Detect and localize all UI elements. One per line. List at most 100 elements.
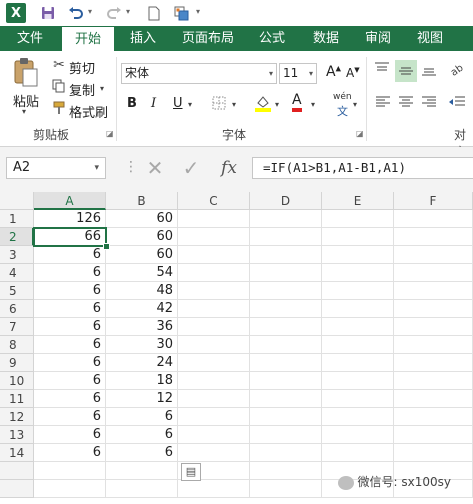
row-header-10[interactable]: 10: [0, 372, 34, 390]
cell-e4[interactable]: [322, 264, 394, 282]
cell-f5[interactable]: [394, 282, 473, 300]
cell-a10[interactable]: 6: [34, 372, 106, 390]
cell-f9[interactable]: [394, 354, 473, 372]
cell-b4[interactable]: 54: [106, 264, 178, 282]
cell-d9[interactable]: [250, 354, 322, 372]
insert-function-button[interactable]: fx: [214, 157, 244, 179]
column-header-a[interactable]: A: [34, 192, 106, 210]
cell-c13[interactable]: [178, 426, 250, 444]
cell-e9[interactable]: [322, 354, 394, 372]
cell-b2[interactable]: 60: [106, 228, 178, 246]
paste-options-icon[interactable]: ▤: [181, 463, 201, 481]
column-header-f[interactable]: F: [394, 192, 473, 210]
cell-c14[interactable]: [178, 444, 250, 462]
row-header-4[interactable]: 4: [0, 264, 34, 282]
row-header-1[interactable]: 1: [0, 210, 34, 228]
row-header-14[interactable]: 14: [0, 444, 34, 462]
cell-b15[interactable]: [106, 462, 178, 480]
align-top-icon[interactable]: [372, 61, 392, 81]
cell-f3[interactable]: [394, 246, 473, 264]
paste-dropdown-icon[interactable]: ▾: [22, 107, 26, 116]
paste-icon[interactable]: [12, 57, 40, 87]
bold-button[interactable]: B: [127, 96, 137, 111]
undo-icon[interactable]: [66, 3, 86, 23]
phonetic-guide-button[interactable]: wén: [333, 92, 352, 102]
cell-e11[interactable]: [322, 390, 394, 408]
enter-icon[interactable]: ✓: [176, 157, 206, 179]
redo-icon[interactable]: [104, 3, 124, 23]
borders-icon[interactable]: [212, 96, 226, 114]
cell-b5[interactable]: 48: [106, 282, 178, 300]
align-left-icon[interactable]: [374, 95, 392, 113]
cut-button[interactable]: 剪切: [69, 58, 95, 77]
tab-formulas[interactable]: 公式: [248, 26, 296, 51]
cell-e6[interactable]: [322, 300, 394, 318]
borders-dropdown-icon[interactable]: ▾: [232, 100, 236, 109]
italic-button[interactable]: I: [151, 96, 156, 111]
cell-c11[interactable]: [178, 390, 250, 408]
row-header-2[interactable]: 2: [0, 228, 34, 246]
font-color-button[interactable]: A: [292, 93, 302, 112]
copy-dropdown-icon[interactable]: ▾: [100, 84, 104, 93]
cell-b11[interactable]: 12: [106, 390, 178, 408]
cell-a4[interactable]: 6: [34, 264, 106, 282]
cell-b10[interactable]: 18: [106, 372, 178, 390]
cell-d16[interactable]: [250, 480, 322, 498]
fill-color-icon[interactable]: [254, 94, 272, 116]
orientation-icon[interactable]: ab: [448, 61, 468, 81]
quick-access-menu-icon[interactable]: ▾: [196, 7, 200, 16]
row-header-13[interactable]: 13: [0, 426, 34, 444]
undo-dropdown-icon[interactable]: ▾: [88, 7, 92, 16]
cell-e14[interactable]: [322, 444, 394, 462]
cell-a13[interactable]: 6: [34, 426, 106, 444]
column-header-e[interactable]: E: [322, 192, 394, 210]
new-document-icon[interactable]: [144, 3, 164, 23]
cell-e3[interactable]: [322, 246, 394, 264]
cell-f11[interactable]: [394, 390, 473, 408]
fill-color-dropdown-icon[interactable]: ▾: [275, 100, 279, 109]
row-header-9[interactable]: 9: [0, 354, 34, 372]
cell-f7[interactable]: [394, 318, 473, 336]
copy-icon[interactable]: [51, 79, 67, 97]
row-header-3[interactable]: 3: [0, 246, 34, 264]
scissors-icon[interactable]: ✂: [51, 57, 67, 73]
tab-review[interactable]: 审阅: [354, 26, 402, 51]
cell-b7[interactable]: 36: [106, 318, 178, 336]
shrink-font-button[interactable]: A▼: [346, 66, 360, 80]
font-color-dropdown-icon[interactable]: ▾: [311, 100, 315, 109]
cell-b14[interactable]: 6: [106, 444, 178, 462]
cell-a3[interactable]: 6: [34, 246, 106, 264]
cell-d1[interactable]: [250, 210, 322, 228]
cell-d14[interactable]: [250, 444, 322, 462]
align-bottom-icon[interactable]: [419, 61, 439, 81]
row-header-6[interactable]: 6: [0, 300, 34, 318]
cell-e8[interactable]: [322, 336, 394, 354]
cell-e10[interactable]: [322, 372, 394, 390]
cell-e2[interactable]: [322, 228, 394, 246]
select-all-corner[interactable]: [0, 192, 34, 210]
row-header-8[interactable]: 8: [0, 336, 34, 354]
cell-d3[interactable]: [250, 246, 322, 264]
cell-a15[interactable]: [34, 462, 106, 480]
cell-c1[interactable]: [178, 210, 250, 228]
row-header-12[interactable]: 12: [0, 408, 34, 426]
worksheet-grid[interactable]: ABCDEF 1 2 3 4 5 6 7 8 9 10 11 12 13 14 126 60 66 60 6 60 6…: [0, 192, 473, 504]
align-right-icon[interactable]: [420, 95, 438, 113]
cell-a14[interactable]: 6: [34, 444, 106, 462]
cell-d2[interactable]: [250, 228, 322, 246]
cell-d6[interactable]: [250, 300, 322, 318]
cell-a8[interactable]: 6: [34, 336, 106, 354]
redo-dropdown-icon[interactable]: ▾: [126, 7, 130, 16]
cell-c10[interactable]: [178, 372, 250, 390]
cell-d5[interactable]: [250, 282, 322, 300]
cell-a2[interactable]: 66: [34, 228, 106, 246]
cell-c6[interactable]: [178, 300, 250, 318]
phonetic-dropdown-icon[interactable]: ▾: [353, 100, 357, 109]
cell-f1[interactable]: [394, 210, 473, 228]
save-icon[interactable]: [38, 3, 58, 23]
cell-a7[interactable]: 6: [34, 318, 106, 336]
name-box[interactable]: A2 ▾: [6, 157, 106, 179]
grow-font-button[interactable]: A▲: [326, 64, 341, 80]
format-painter-button[interactable]: 格式刷: [69, 102, 108, 121]
cell-b9[interactable]: 24: [106, 354, 178, 372]
